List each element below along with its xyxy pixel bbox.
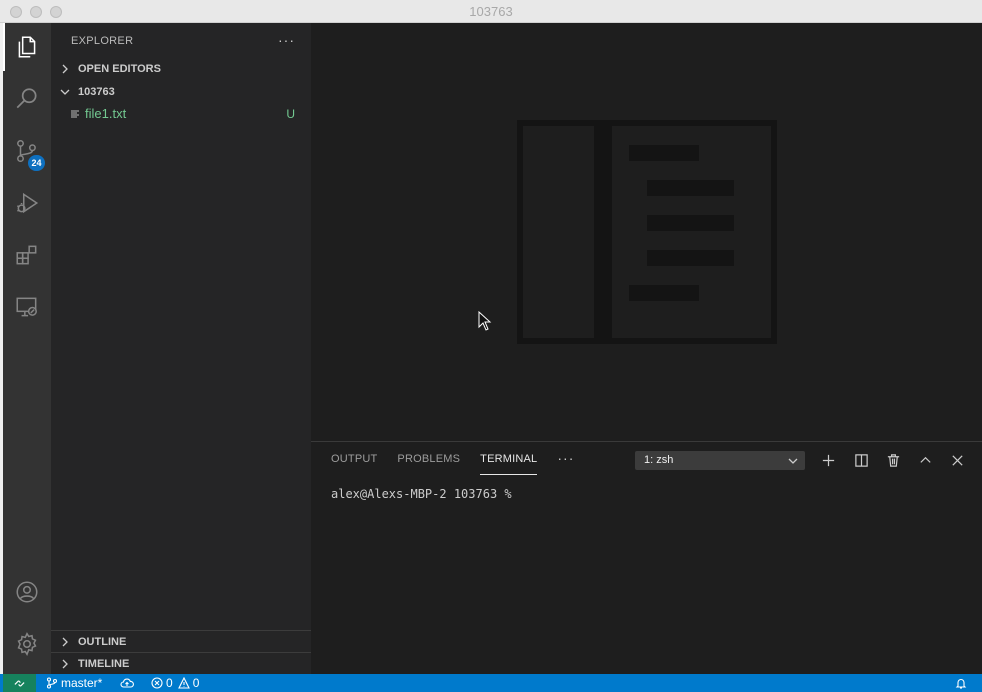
explorer-header: EXPLORER ··· (51, 23, 311, 58)
activity-manage[interactable] (3, 620, 51, 668)
bottom-panel: OUTPUT PROBLEMS TERMINAL ··· 1: zsh alex… (311, 441, 982, 674)
close-icon (951, 454, 963, 466)
split-terminal-button[interactable] (852, 451, 870, 469)
panel-tabs: OUTPUT PROBLEMS TERMINAL ··· (331, 442, 574, 477)
kill-terminal-button[interactable] (884, 451, 902, 469)
activity-extensions[interactable] (3, 231, 51, 279)
activity-accounts[interactable] (3, 568, 51, 616)
error-icon (151, 677, 163, 689)
chevron-right-icon (58, 635, 72, 649)
warning-icon (177, 677, 190, 689)
branch-status[interactable]: master* (46, 674, 102, 692)
section-outline[interactable]: OUTLINE (51, 630, 311, 652)
cloud-upload-icon (120, 678, 134, 688)
tab-terminal[interactable]: TERMINAL (480, 442, 538, 477)
extensions-icon (16, 245, 37, 265)
split-icon (854, 453, 868, 467)
more-actions-icon[interactable]: ··· (278, 32, 295, 48)
chevron-right-icon (58, 62, 72, 76)
sidebar-bottom-sections: OUTLINE TIMELINE (51, 630, 311, 674)
chevron-right-icon (58, 657, 72, 671)
remote-indicator-button[interactable] (3, 674, 36, 692)
warning-count: 0 (192, 676, 200, 690)
terminal-select[interactable]: 1: zsh (635, 451, 805, 470)
activity-explorer[interactable] (3, 23, 51, 71)
chevron-up-icon (919, 456, 931, 463)
section-label: TIMELINE (78, 657, 130, 670)
title-bar: 103763 (0, 0, 982, 23)
text-file-icon (71, 109, 79, 118)
mouse-cursor-icon (478, 311, 492, 331)
folder-label: 103763 (78, 86, 115, 98)
explorer-title: EXPLORER (71, 34, 134, 47)
problems-status[interactable]: 0 0 (151, 674, 199, 692)
terminal-select-value: 1: zsh (644, 454, 674, 466)
git-status-badge: U (286, 106, 295, 121)
activity-source-control[interactable]: 24 (3, 127, 51, 175)
close-panel-button[interactable] (948, 451, 966, 469)
file-name: file1.txt (85, 106, 127, 121)
status-bar: master* 0 0 (0, 674, 982, 692)
activity-run-debug[interactable] (3, 179, 51, 227)
window-title: 103763 (469, 4, 513, 19)
git-branch-icon (46, 677, 58, 689)
editor-area[interactable] (311, 23, 982, 441)
section-timeline[interactable]: TIMELINE (51, 652, 311, 674)
chevron-down-icon (788, 458, 798, 464)
search-icon (16, 88, 37, 109)
explorer-sidebar: EXPLORER ··· OPEN EDITORS 103763 file1.t… (51, 23, 311, 674)
notifications-button[interactable] (955, 674, 970, 692)
trash-icon (887, 453, 899, 467)
chevron-down-icon (58, 85, 72, 99)
folder-root[interactable]: 103763 (51, 81, 311, 103)
branch-name: master* (61, 676, 103, 690)
run-debug-icon (17, 192, 39, 214)
error-count: 0 (166, 676, 173, 690)
plus-icon (822, 454, 834, 466)
tab-output[interactable]: OUTPUT (331, 442, 377, 477)
maximize-panel-button[interactable] (916, 451, 934, 469)
activity-bar: 24 (0, 23, 51, 674)
activity-remote-explorer[interactable] (3, 283, 51, 331)
source-control-badge: 24 (28, 155, 45, 171)
new-terminal-button[interactable] (819, 451, 837, 469)
terminal-prompt[interactable]: alex@Alexs-MBP-2 103763 % (331, 487, 512, 501)
section-label: OUTLINE (78, 635, 127, 648)
remote-explorer-icon (16, 297, 37, 317)
activity-search[interactable] (3, 75, 51, 123)
file-item[interactable]: file1.txt U (51, 103, 311, 124)
bell-icon (955, 679, 967, 689)
gear-icon (17, 632, 37, 656)
vscode-watermark-icon (517, 120, 777, 344)
tab-problems[interactable]: PROBLEMS (397, 442, 460, 477)
more-tabs-icon[interactable]: ··· (557, 442, 574, 477)
remote-icon (14, 679, 25, 687)
section-label: OPEN EDITORS (78, 63, 161, 75)
sync-status[interactable] (120, 674, 137, 692)
section-open-editors[interactable]: OPEN EDITORS (51, 58, 311, 80)
account-icon (16, 581, 38, 603)
files-icon (18, 36, 36, 58)
